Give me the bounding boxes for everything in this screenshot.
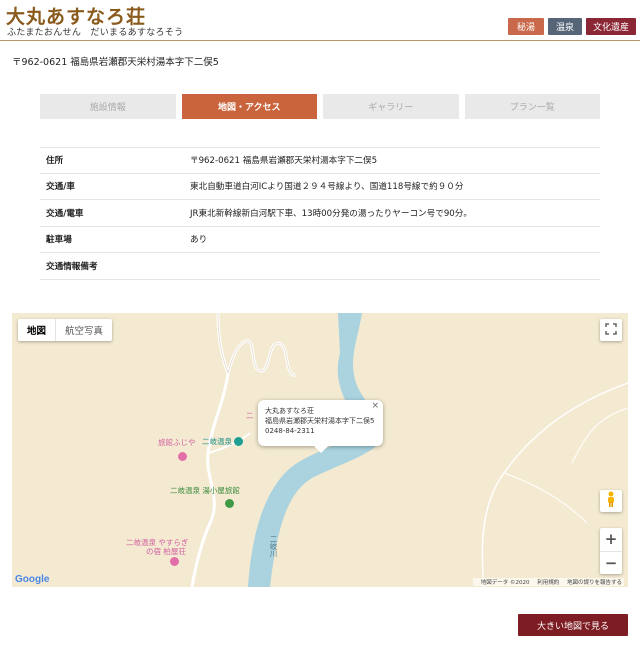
google-logo-text: Google	[15, 574, 50, 585]
info-value: 〒962-0621 福島県岩瀬郡天栄村湯本字下二俣5	[190, 156, 378, 167]
badge-bunka-isan[interactable]: 文化遺産	[586, 18, 636, 35]
map-type-control: 地図 航空写真	[18, 319, 113, 341]
poi-label-futamata-onsen[interactable]: 二岐温泉	[202, 436, 232, 447]
badge-hitou[interactable]: 秘湯	[508, 18, 544, 35]
road-east-3	[503, 472, 588, 524]
zoom-out-button[interactable]: −	[600, 552, 622, 575]
poi-label-ryokan-fujiya[interactable]: 旅館ふじや	[158, 437, 196, 448]
hotel-marker-icon[interactable]	[170, 557, 179, 566]
info-key: 住所	[46, 156, 64, 167]
road-winding	[216, 313, 297, 378]
tab-facility-info[interactable]: 施設情報	[40, 94, 176, 119]
info-row-train: 交通/電車 JR東北新幹線新白河駅下車、13時00分発の湯ったりヤーコン号で90…	[40, 200, 600, 227]
pegman-icon	[606, 491, 616, 511]
tab-map-access[interactable]: 地図・アクセス	[181, 94, 317, 119]
onsen-marker-icon[interactable]	[234, 437, 243, 446]
info-key: 交通/車	[46, 182, 75, 193]
info-value: あり	[190, 235, 208, 246]
map-attribution: 地図データ ©2020 利用規約 地図の誤りを報告する	[472, 578, 624, 586]
poi-label-partial: 二	[246, 411, 254, 420]
report-error-link[interactable]: 地図の誤りを報告する	[567, 580, 622, 586]
poi-label-koyakan[interactable]: 二岐温泉 湯小屋旅館	[170, 485, 240, 496]
ryokan-marker-icon[interactable]	[225, 499, 234, 508]
google-logo: Google	[15, 574, 49, 585]
tab-gallery[interactable]: ギャラリー	[323, 94, 459, 119]
google-map[interactable]: 地図 航空写真 二 旅館ふじや 二岐温泉 二岐温泉 湯小屋旅館 二岐温泉 やすら…	[12, 313, 628, 587]
info-window-name: 大丸あすなろ荘	[265, 407, 314, 415]
info-row-car: 交通/車 東北自動車道白河ICより国道２９４号線より、国道118号線で約９０分	[40, 174, 600, 200]
info-row-parking: 駐車場 あり	[40, 227, 600, 253]
page-subtitle: ふたまたおんせん だいまるあすなろそう	[7, 28, 184, 38]
info-window-phone: 0248-84-2311	[265, 427, 315, 435]
zoom-in-button[interactable]: +	[600, 528, 622, 552]
map-type-roadmap-button[interactable]: 地図	[18, 319, 57, 341]
street-view-button[interactable]	[600, 490, 622, 512]
info-key: 交通情報備考	[46, 261, 98, 272]
fullscreen-button[interactable]	[600, 319, 622, 341]
info-value: 東北自動車道白河ICより国道２９４号線より、国道118号線で約９０分	[190, 182, 464, 193]
map-data-credit[interactable]: 地図データ ©2020	[481, 580, 530, 586]
hotel-marker-icon[interactable]	[178, 452, 187, 461]
view-large-map-button[interactable]: 大きい地図で見る	[518, 614, 628, 636]
info-window-address: 福島県岩瀬郡天栄村湯本字下二俣5	[265, 417, 375, 425]
info-key: 駐車場	[46, 235, 72, 246]
terms-link[interactable]: 利用規約	[537, 580, 559, 586]
poi-label-yasuragi-2[interactable]: の宿 柏屋荘	[146, 546, 186, 557]
info-row-notes: 交通情報備考	[40, 253, 600, 280]
road-main	[190, 372, 230, 587]
zoom-control: + −	[600, 528, 622, 574]
site-header: 大丸あすなろ荘 ふたまたおんせん だいまるあすなろそう 秘湯 温泉 文化遺産	[0, 0, 640, 41]
fullscreen-icon	[605, 322, 617, 338]
category-badges: 秘湯 温泉 文化遺産	[508, 18, 636, 35]
tab-bar: 施設情報 地図・アクセス ギャラリー プラン一覧	[40, 94, 600, 119]
map-info-window: × 大丸あすなろ荘 福島県岩瀬郡天栄村湯本字下二俣5 0248-84-2311	[258, 400, 383, 453]
road-east-2	[571, 407, 628, 464]
close-icon[interactable]: ×	[371, 401, 379, 411]
info-key: 交通/電車	[46, 208, 84, 219]
tab-plans[interactable]: プラン一覧	[464, 94, 600, 119]
map-type-satellite-button[interactable]: 航空写真	[56, 319, 112, 341]
access-info-table: 住所 〒962-0621 福島県岩瀬郡天栄村湯本字下二俣5 交通/車 東北自動車…	[40, 147, 600, 280]
badge-onsen[interactable]: 温泉	[548, 18, 582, 35]
address-line: 〒962-0621 福島県岩瀬郡天栄村湯本字下二俣5	[12, 57, 219, 68]
river-label: 二岐川	[269, 535, 278, 558]
info-row-address: 住所 〒962-0621 福島県岩瀬郡天栄村湯本字下二俣5	[40, 147, 600, 174]
info-value: JR東北新幹線新白河駅下車、13時00分発の湯ったりヤーコン号で90分。	[190, 208, 472, 219]
